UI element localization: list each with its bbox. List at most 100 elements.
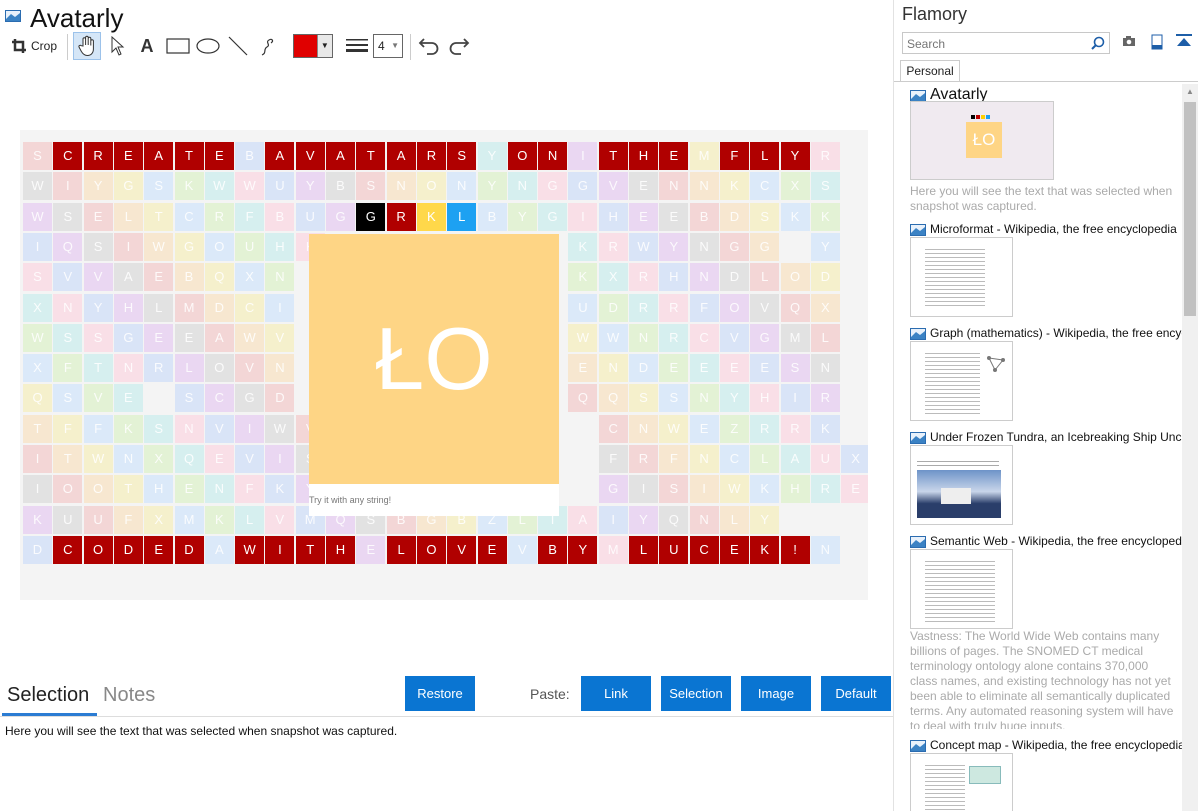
grid-letter-tile: U	[659, 535, 689, 564]
ellipse-tool-button[interactable]	[195, 32, 221, 60]
list-item[interactable]: Under Frozen Tundra, an Icebreaking Ship…	[910, 430, 1182, 530]
list-item[interactable]: Concept map - Wikipedia, the free encycl…	[910, 738, 1182, 811]
grid-letter-tile: I	[265, 445, 295, 473]
grid-letter-tile: W	[719, 475, 749, 504]
stroke-width-select[interactable]: 4 ▼	[372, 32, 404, 60]
grid-letter-tile: F	[113, 505, 143, 534]
grid-letter-tile: R	[629, 293, 658, 322]
grid-letter-tile: N	[659, 172, 689, 201]
restore-button[interactable]: Restore	[405, 676, 475, 711]
grid-letter-tile: K	[810, 414, 840, 443]
search-icon[interactable]	[1091, 36, 1105, 50]
grid-letter-tile: D	[719, 263, 749, 292]
snapshot-icon	[910, 536, 926, 548]
grid-letter-tile: E	[689, 414, 719, 443]
line-tool-button[interactable]	[226, 32, 250, 60]
tab-divider	[894, 81, 1198, 82]
grid-letter-tile: R	[83, 142, 113, 170]
rectangle-tool-button[interactable]	[165, 32, 191, 60]
grid-letter-tile: B	[326, 172, 355, 201]
grid-letter-tile: N	[204, 475, 234, 504]
tab-notes[interactable]: Notes	[103, 684, 155, 707]
tab-selection[interactable]: Selection	[7, 684, 89, 707]
document-icon[interactable]	[1150, 34, 1164, 50]
list-item[interactable]: Semantic Web - Wikipedia, the free encyc…	[910, 534, 1182, 734]
text-tool-button[interactable]: A	[135, 32, 159, 60]
grid-letter-tile: O	[83, 475, 113, 504]
list-item[interactable]: Avatarly ŁO Here you will see the text t…	[910, 86, 1182, 218]
grid-letter-tile: S	[53, 202, 83, 231]
grid-letter-tile: V	[235, 354, 265, 383]
line-weight-icon	[346, 39, 368, 52]
grid-letter-tile: V	[83, 263, 113, 292]
grid-letter-tile: S	[53, 384, 83, 413]
camera-icon[interactable]	[1122, 34, 1136, 48]
grid-letter-tile: T	[598, 142, 628, 170]
grid-letter-tile: L	[750, 445, 780, 473]
grid-letter-tile: V	[507, 535, 537, 564]
grid-letter-tile: V	[295, 142, 325, 170]
list-item[interactable]: Microformat - Wikipedia, the free encycl…	[910, 222, 1182, 322]
grid-letter-tile: V	[204, 414, 234, 443]
grid-letter-tile: H	[265, 232, 295, 261]
grid-letter-tile: I	[689, 475, 719, 504]
color-picker[interactable]: ▼	[292, 32, 334, 60]
snapshot-icon	[910, 328, 926, 340]
snapshot-thumbnail	[910, 753, 1013, 811]
ellipse-icon	[196, 38, 220, 54]
grid-letter-tile: R	[629, 263, 658, 292]
paste-image-button[interactable]: Image	[741, 676, 811, 711]
grid-letter-tile: S	[659, 384, 689, 413]
freehand-tool-button[interactable]	[256, 32, 280, 60]
grid-letter-tile: D	[174, 535, 204, 564]
grid-letter-tile: M	[174, 505, 204, 534]
grid-letter-tile: T	[356, 142, 386, 170]
undo-icon	[418, 38, 439, 55]
scrollbar-thumb[interactable]	[1184, 102, 1196, 316]
select-tool-button[interactable]	[105, 32, 131, 60]
grid-letter-tile: N	[629, 414, 658, 443]
grid-letter-tile: Y	[810, 232, 840, 261]
grid-letter-tile: W	[23, 202, 52, 231]
grid-letter-tile: C	[689, 323, 719, 352]
grid-letter-tile: V	[447, 535, 477, 564]
grid-letter-tile: F	[659, 445, 689, 473]
grid-letter-tile: E	[113, 142, 143, 170]
search-input[interactable]	[905, 34, 1089, 54]
app-icon	[5, 10, 21, 22]
grid-letter-tile: K	[810, 202, 840, 231]
grid-letter-tile: Q	[53, 232, 83, 261]
line-weight-button[interactable]	[344, 32, 370, 60]
paste-link-button[interactable]: Link	[581, 676, 651, 711]
grid-letter-tile: W	[265, 414, 295, 443]
grid-letter-tile: S	[810, 172, 840, 201]
redo-button[interactable]	[446, 32, 472, 60]
pan-tool-button[interactable]	[73, 32, 101, 60]
grid-letter-tile: O	[204, 232, 234, 261]
grid-letter-tile: T	[53, 445, 83, 473]
grid-letter-tile: O	[507, 142, 537, 170]
grid-letter-tile: O	[416, 535, 446, 564]
list-item[interactable]: Graph (mathematics) - Wikipedia, the fre…	[910, 326, 1182, 426]
grid-letter-tile: Y	[83, 172, 113, 201]
undo-button[interactable]	[416, 32, 442, 60]
grid-letter-tile: E	[659, 354, 689, 383]
grid-letter-tile: K	[174, 172, 204, 201]
grid-letter-tile: A	[780, 445, 810, 473]
grid-letter-tile: !	[780, 535, 810, 564]
grid-letter-tile: D	[598, 293, 628, 322]
paste-default-button[interactable]: Default	[821, 676, 891, 711]
crop-button[interactable]: Crop	[6, 32, 62, 60]
grid-letter-tile: R	[659, 293, 689, 322]
grid-letter-tile: C	[53, 142, 83, 170]
scroll-up-icon[interactable]: ▲	[1182, 84, 1198, 100]
grid-letter-tile: T	[295, 535, 325, 564]
snapshot-canvas[interactable]: SCREATEBAVATARSYONITHEMFLYRWIYGSKWWUYBSN…	[20, 130, 868, 600]
paste-selection-button[interactable]: Selection	[661, 676, 731, 711]
grid-letter-tile: K	[750, 535, 780, 564]
grid-letter-tile: N	[538, 142, 568, 170]
grid-letter-tile: D	[719, 202, 749, 231]
grid-letter-tile: F	[598, 445, 628, 473]
collapse-top-icon[interactable]	[1176, 34, 1192, 48]
tab-personal[interactable]: Personal	[900, 60, 960, 82]
